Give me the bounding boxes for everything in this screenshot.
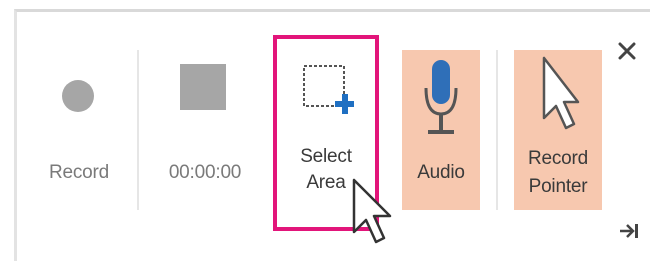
close-icon[interactable] bbox=[616, 40, 638, 62]
record-pointer-label-line2: Pointer bbox=[528, 176, 588, 197]
record-pointer-button[interactable]: Record Pointer bbox=[514, 50, 602, 210]
pin-icon[interactable] bbox=[618, 222, 640, 240]
record-circle-icon bbox=[62, 80, 94, 112]
pointer-icon bbox=[540, 56, 580, 134]
record-button[interactable]: Record bbox=[34, 60, 124, 200]
microphone-icon bbox=[420, 58, 462, 138]
select-area-icon bbox=[302, 64, 354, 116]
toolbar-separator bbox=[137, 50, 139, 210]
audio-button[interactable]: Audio bbox=[402, 50, 480, 210]
stop-square-icon bbox=[180, 64, 226, 110]
toolbar-separator bbox=[496, 50, 498, 210]
stop-button[interactable]: 00:00:00 bbox=[150, 60, 260, 200]
record-label: Record bbox=[48, 162, 110, 183]
record-pointer-label-line1: Record bbox=[527, 148, 589, 169]
mouse-cursor-icon bbox=[352, 178, 392, 246]
timer-label: 00:00:00 bbox=[168, 162, 242, 183]
select-area-label-line1: Select bbox=[300, 146, 352, 167]
screen-recording-toolbar-screenshot: Record 00:00:00 Select Area Audio Record… bbox=[0, 0, 654, 267]
audio-label: Audio bbox=[417, 162, 465, 183]
